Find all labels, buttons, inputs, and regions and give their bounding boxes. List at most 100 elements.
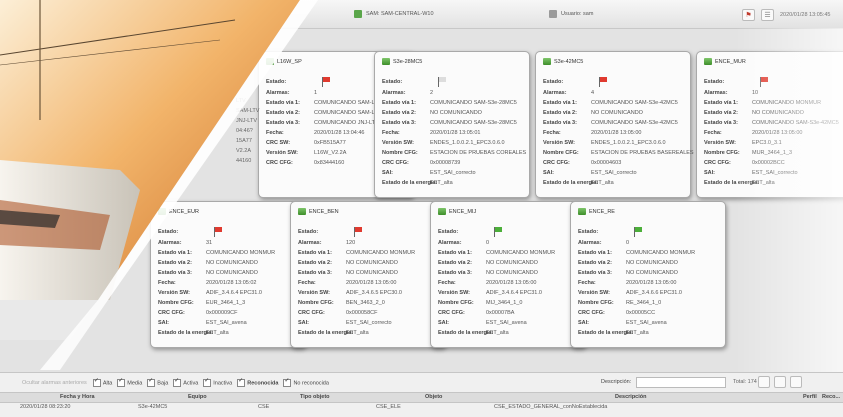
card-row-version-sw: Versión SW: ENDES_1.0.0.2.1_EPC3.0.6.0: [543, 140, 666, 146]
card-row-via2: Estado vía 2: NO COMUNICANDO: [438, 260, 538, 266]
row-value: ESTACION DE PRUEBAS BASEREALES: [591, 150, 694, 156]
station-card[interactable]: ENCE_MUR Estado: Alarmas: 10 Estado vía 1: CO…: [696, 51, 843, 198]
card-row-version-sw: Versión SW: ADIF_3.4.6.6 EPC31.0: [578, 290, 682, 296]
row-key: SAI:: [382, 170, 393, 176]
card-row-version-sw: Versión SW: EPC3.0_3.1: [704, 140, 782, 146]
row-key: Estado vía 3:: [158, 270, 192, 276]
server-icon: [354, 10, 362, 18]
row-value: 31: [206, 240, 213, 246]
estado-row: Estado:: [704, 79, 752, 85]
card-row-nombre-cfg: Nombre CFG: ESTACION DE PRUEBAS COREALES: [382, 150, 526, 156]
col-tipo-objeto[interactable]: Tipo objeto: [300, 394, 330, 400]
table-row[interactable]: 2020/01/28 08:23:20 S3e-42MC5 CSE CSE_EL…: [0, 403, 843, 412]
row-key: CRC SW:: [266, 140, 291, 146]
card-row-via3: Estado vía 3: COMUNICANDO JNJ-LTV: [266, 120, 379, 126]
row-value: 2020/01/28 13:05:00: [591, 130, 642, 136]
status-flag-icon: [354, 227, 362, 237]
card-row-energia: Estado de la energía: EST_alta: [578, 330, 649, 336]
card-row-fecha: Fecha: 2020/01/28 13:05:02: [158, 280, 256, 286]
status-flag-icon: [494, 227, 502, 237]
row-key: Fecha:: [543, 130, 561, 136]
row-key: Estado de la energía:: [543, 180, 599, 186]
col-objeto[interactable]: Objeto: [425, 394, 442, 400]
row-key: Versión SW:: [704, 140, 736, 146]
estado-row: Estado:: [382, 79, 430, 85]
card-title: ENCE_EUR: [158, 208, 199, 215]
server-label: SAM: SAM-CENTRAL-W10: [366, 11, 434, 17]
top-right-tools: ⚑ ☰ 2020/01/28 13:05:45: [742, 9, 830, 21]
filter-no-reconocida[interactable]: No reconocida: [283, 377, 329, 387]
row-value: 0: [626, 240, 630, 246]
checkbox-icon[interactable]: [173, 377, 182, 387]
row-value: NO COMUNICANDO: [626, 260, 678, 266]
station-card[interactable]: ENCE_RE Estado: Alarmas: 0 Estado vía 1: COMU…: [570, 201, 726, 348]
row-value: COMUNICANDO MONMUR: [206, 250, 276, 256]
col-fecha[interactable]: Fecha y Hora: [60, 394, 95, 400]
filter-activa[interactable]: Activa: [173, 377, 198, 387]
row-value: EUR_3464_1_3: [206, 300, 246, 306]
row-key: Nombre CFG:: [704, 150, 740, 156]
row-key: Fecha:: [158, 280, 176, 286]
row-key: Estado de la energía:: [158, 330, 214, 336]
station-icon: [438, 208, 446, 215]
station-card[interactable]: ENCE_MIJ Estado: Alarmas: 0 Estado vía 1: COM…: [430, 201, 586, 348]
row-value: EST_SAI_correcto: [591, 170, 637, 176]
status-flag-icon: [634, 227, 642, 237]
col-reco[interactable]: Reco...: [822, 394, 840, 400]
checkbox-icon[interactable]: [237, 377, 246, 387]
card-row-sai: SAI: EST_SAI_avena: [578, 320, 667, 326]
card-row-sai: SAI: EST_SAI_correcto: [382, 170, 476, 176]
row-value: COMUNICANDO MONMUR: [346, 250, 416, 256]
alarm-bell-button[interactable]: ⚑: [742, 9, 755, 21]
row-value: ADIF_3.4.6.4 EPC31.0: [206, 290, 262, 296]
col-equipo[interactable]: Equipo: [188, 394, 207, 400]
row-value: COMUNICANDO JNJ-LTV: [314, 120, 379, 126]
row-value: ESTACION DE PRUEBAS COREALES: [430, 150, 527, 156]
col-perfil[interactable]: Perfil: [803, 394, 817, 400]
checkbox-icon[interactable]: [203, 377, 212, 387]
station-card[interactable]: S3e-42MC5 Estado: Alarmas: 4 Estado vía 1: CO…: [535, 51, 694, 198]
settings-menu-button[interactable]: ☰: [761, 9, 774, 21]
row-value: EST_alta: [752, 180, 775, 186]
document-icon[interactable]: [790, 376, 802, 388]
card-row-alarmas: Alarmas: 10: [704, 90, 758, 96]
card-row-via1: Estado vía 1: COMUNICANDO MONMUR: [578, 250, 695, 256]
card-title: S3e-28MC5: [382, 58, 422, 65]
row-key: Nombre CFG:: [382, 150, 418, 156]
row-value: 2020/01/28 13:05:01: [430, 130, 481, 136]
card-row-nombre-cfg: Nombre CFG: EUR_3464_1_3: [158, 300, 245, 306]
checkbox-icon[interactable]: [283, 377, 292, 387]
station-card[interactable]: S3e-28MC5 Estado: Alarmas: 2 Estado vía 1: CO…: [374, 51, 530, 198]
filter-alta[interactable]: Alta: [92, 377, 112, 387]
description-input[interactable]: [636, 377, 726, 388]
card-row-via2: Estado vía 2: NO COMUNICANDO: [382, 110, 482, 116]
row-key: Estado vía 1:: [382, 100, 416, 106]
row-value: EST_SAI_avena: [206, 320, 247, 326]
filter-media[interactable]: Media: [117, 377, 142, 387]
estado-label: Estado:: [382, 79, 403, 85]
card-row-alarmas: Alarmas: 2: [382, 90, 433, 96]
card-row-version-sw: Versión SW: ADIF_3.4.6.4 EPC31.0: [158, 290, 262, 296]
row-key: Estado vía 3:: [298, 270, 332, 276]
filter-inactiva[interactable]: Inactiva: [203, 377, 232, 387]
top-bar: SAM: SAM-CENTRAL-W10 Usuario: sam ⚑ ☰ 20…: [0, 0, 843, 29]
export-icon[interactable]: [758, 376, 770, 388]
row-value: COMUNICANDO SAM-S3e-42MC5: [752, 120, 839, 126]
print-icon[interactable]: [774, 376, 786, 388]
row-value: COMUNICANDO SAM-S3e-42MC5: [591, 100, 678, 106]
station-card[interactable]: ENCE_BEN Estado: Alarmas: 120 Estado vía 1: C…: [290, 201, 446, 348]
card-row-fecha: Fecha: 2020/01/28 13:05:00: [543, 130, 641, 136]
station-icon: [298, 208, 306, 215]
filter-baja[interactable]: Baja: [147, 377, 168, 387]
row-key: Estado vía 3:: [438, 270, 472, 276]
card-row-via3: Estado vía 3: COMUNICANDO SAM-S3e-28MC5: [382, 120, 517, 126]
row-key: Estado de la energía:: [438, 330, 494, 336]
checkbox-icon[interactable]: [147, 377, 156, 387]
checkbox-icon[interactable]: [92, 377, 101, 387]
col-descripcion[interactable]: Descripción: [615, 394, 646, 400]
estado-label: Estado:: [704, 79, 725, 85]
filter-reconocida[interactable]: Reconocida: [237, 377, 278, 387]
station-card[interactable]: ENCE_EUR Estado: Alarmas: 31 Estado vía 1: CO…: [150, 201, 306, 348]
card-row-version-sw: Versión SW: ADIF_3.4.6.5 EPC30.0: [298, 290, 402, 296]
checkbox-icon[interactable]: [117, 377, 126, 387]
